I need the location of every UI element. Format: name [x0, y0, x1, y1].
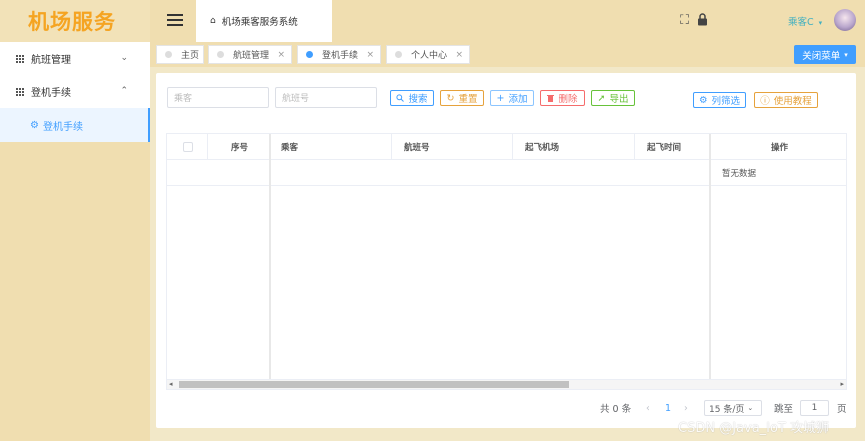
- tab-dot: [165, 51, 172, 58]
- chevron-down-icon: ⌄: [120, 53, 128, 63]
- export-button-label: 导出: [609, 94, 629, 105]
- fixed-column-divider: [269, 134, 271, 381]
- sidebar-item-flight-management[interactable]: 航班管理 ⌄: [0, 42, 150, 75]
- sidebar-subitem-boarding[interactable]: ⚙ 登机手续: [0, 108, 150, 142]
- add-button[interactable]: + 添加: [490, 90, 534, 106]
- header-icons: ⛶: [680, 13, 708, 28]
- sidebar: 机场服务 航班管理 ⌄ 登机手续 ⌃ ⚙ 登机手续: [0, 0, 150, 441]
- delete-button[interactable]: 删除: [540, 90, 585, 106]
- flight-number-search-input[interactable]: 航班号: [275, 87, 377, 108]
- horizontal-scrollbar[interactable]: ◂ ▸: [167, 379, 846, 389]
- home-icon[interactable]: ⌂: [210, 16, 216, 26]
- fullscreen-icon[interactable]: ⛶: [680, 13, 689, 28]
- column-filter-button[interactable]: ⚙ 列筛选: [693, 92, 746, 108]
- empty-text: 暂无数据: [722, 169, 757, 179]
- jump-page-input[interactable]: 1: [800, 400, 829, 416]
- column-header-departure-airport: 起飞机场: [525, 143, 560, 153]
- user-dropdown[interactable]: 乘客C ▾: [788, 14, 822, 28]
- reset-button[interactable]: ↻ 重置: [440, 90, 484, 106]
- tab-dot: [395, 51, 402, 58]
- search-button-label: 搜索: [408, 94, 428, 105]
- send-icon: ➚: [597, 92, 606, 104]
- help-icon: ⓘ: [760, 96, 770, 107]
- main-card: 乘客 航班号 搜索 ↻ 重置 + 添加 删除 ➚ 导出 ⚙ 列筛选 ⓘ 使用教程…: [156, 73, 856, 428]
- data-table: 序号 乘客 航班号 起飞机场 起飞时间 操作 暂无数据 ◂ ▸: [166, 133, 847, 390]
- page-size-select[interactable]: 15 条/页 ⌄: [704, 400, 762, 416]
- column-header-departure-time: 起飞时间: [647, 143, 682, 153]
- tab-bar: 主页 航班管理 × 登机手续 × 个人中心 × 关闭菜单 ▾: [150, 42, 865, 67]
- caret-down-icon: ▾: [818, 19, 823, 27]
- tab-label: 个人中心: [411, 51, 448, 61]
- breadcrumb-title: 机场乘客服务系统: [221, 17, 298, 28]
- sidebar-menu: 航班管理 ⌄ 登机手续 ⌃ ⚙ 登机手续: [0, 42, 150, 142]
- plus-icon: +: [496, 92, 505, 104]
- column-header-flight-number: 航班号: [404, 143, 430, 153]
- tab-flight-management[interactable]: 航班管理 ×: [208, 45, 292, 64]
- reset-button-label: 重置: [458, 94, 478, 105]
- close-icon[interactable]: ×: [277, 50, 285, 60]
- chevron-down-icon: ⌄: [747, 404, 754, 412]
- page-suffix: 页: [837, 404, 847, 415]
- tab-profile[interactable]: 个人中心 ×: [386, 45, 470, 64]
- avatar[interactable]: [834, 9, 856, 31]
- select-all-checkbox[interactable]: [183, 134, 193, 160]
- jump-label: 跳至: [774, 404, 794, 415]
- close-menu-button[interactable]: 关闭菜单 ▾: [794, 45, 856, 64]
- tab-boarding[interactable]: 登机手续 ×: [297, 45, 381, 64]
- tab-home[interactable]: 主页: [156, 45, 204, 64]
- user-name: 乘客C: [788, 17, 814, 28]
- page-size-value: 15 条/页: [709, 404, 745, 415]
- column-header-index: 序号: [231, 143, 249, 153]
- column-filter-button-label: 列筛选: [711, 96, 741, 107]
- watermark: CSDN @Java_IoT 攻城狮: [678, 421, 830, 436]
- prev-page-button[interactable]: ‹: [646, 400, 650, 416]
- sidebar-subitem-label: 登机手续: [42, 121, 83, 133]
- gear-icon: ⚙: [698, 94, 708, 106]
- next-page-button[interactable]: ›: [684, 400, 688, 416]
- column-header-passenger: 乘客: [281, 143, 299, 153]
- gear-icon: ⚙: [30, 119, 39, 131]
- tab-label: 登机手续: [322, 51, 359, 61]
- tab-dot: [306, 51, 313, 58]
- lock-icon[interactable]: [697, 13, 708, 26]
- grid-icon: [16, 87, 24, 96]
- caret-down-icon: ▾: [844, 50, 848, 59]
- breadcrumb: ⌂ 机场乘客服务系统: [196, 0, 332, 42]
- page-number[interactable]: 1: [665, 400, 671, 416]
- export-button[interactable]: ➚ 导出: [591, 90, 635, 106]
- close-icon[interactable]: ×: [455, 50, 463, 60]
- top-header: ⌂ 机场乘客服务系统 ⛶ 乘客C ▾: [150, 0, 865, 42]
- tab-dot: [217, 51, 224, 58]
- app-logo: 机场服务: [0, 0, 150, 42]
- sidebar-item-boarding[interactable]: 登机手续 ⌃: [0, 75, 150, 108]
- refresh-icon: ↻: [446, 92, 455, 104]
- sidebar-background: [0, 142, 150, 441]
- column-header-actions: 操作: [771, 143, 789, 153]
- pagination-total: 共 0 条: [600, 404, 632, 415]
- sidebar-item-label: 登机手续: [31, 88, 71, 99]
- passenger-search-input[interactable]: 乘客: [167, 87, 269, 108]
- trash-icon: [547, 95, 555, 102]
- sidebar-item-label: 航班管理: [31, 55, 71, 66]
- add-button-label: 添加: [508, 94, 528, 105]
- tutorial-button[interactable]: ⓘ 使用教程: [754, 92, 818, 108]
- close-icon[interactable]: ×: [366, 50, 374, 60]
- tab-label: 航班管理: [233, 51, 270, 61]
- tab-label: 主页: [181, 51, 200, 61]
- fixed-column-divider: [709, 134, 711, 381]
- chevron-up-icon: ⌃: [120, 86, 128, 96]
- tutorial-button-label: 使用教程: [773, 96, 812, 107]
- delete-button-label: 删除: [558, 94, 578, 105]
- close-menu-label: 关闭菜单: [802, 50, 841, 62]
- grid-icon: [16, 54, 24, 63]
- search-icon: [396, 94, 405, 102]
- hamburger-menu-icon[interactable]: [167, 14, 183, 26]
- scroll-left-icon[interactable]: ◂: [169, 380, 173, 388]
- scroll-right-icon[interactable]: ▸: [840, 380, 844, 388]
- scrollbar-thumb[interactable]: [179, 381, 569, 388]
- search-button[interactable]: 搜索: [390, 90, 434, 106]
